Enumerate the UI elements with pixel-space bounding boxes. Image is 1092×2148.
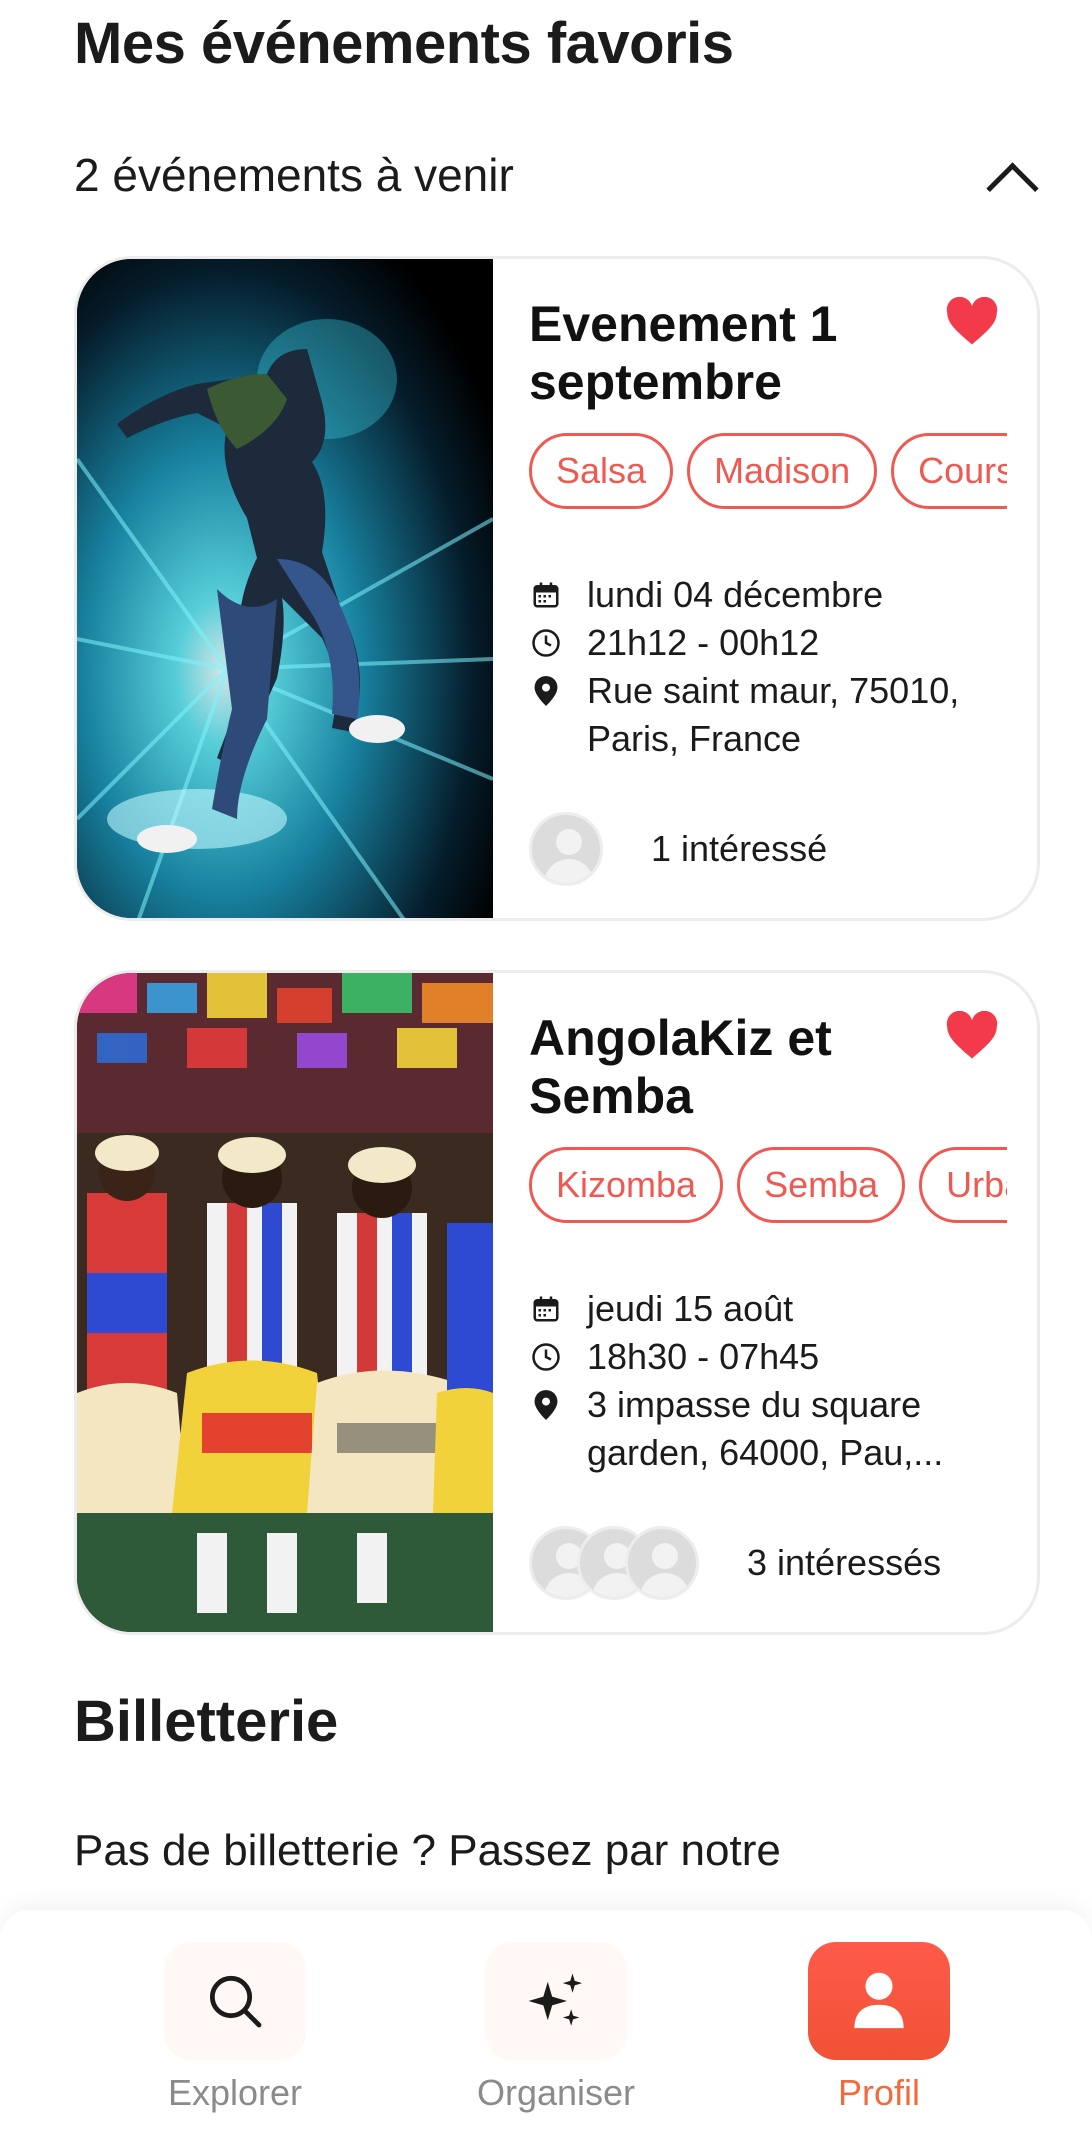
calendar-icon xyxy=(529,571,563,619)
event-card[interactable]: Evenement 1 septembre Salsa Madison Cour… xyxy=(74,256,1040,921)
interested-count: 1 intéressé xyxy=(651,828,828,869)
heart-icon[interactable] xyxy=(945,1011,999,1061)
tag[interactable]: Cours xyxy=(891,433,1007,509)
event-address-row: Rue saint maur, 75010, Paris, France xyxy=(529,667,1001,763)
event-time: 21h12 - 00h12 xyxy=(587,622,820,663)
tag[interactable]: Semba xyxy=(737,1147,906,1223)
event-time-row: 18h30 - 07h45 xyxy=(529,1333,1001,1381)
event-time-row: 21h12 - 00h12 xyxy=(529,619,1001,667)
chevron-up-icon[interactable] xyxy=(980,150,1040,200)
search-icon xyxy=(209,1975,262,2028)
page-title: Mes événements favoris xyxy=(74,11,734,76)
event-address: Rue saint maur, 75010, Paris, France xyxy=(587,670,960,759)
clock-icon xyxy=(529,619,563,667)
nav-label: Explorer xyxy=(167,2072,303,2113)
clock-icon xyxy=(529,1333,563,1381)
billetterie-text: Pas de billetterie ? Passez par notre xyxy=(74,1826,781,1875)
nav-label: Organiser xyxy=(476,2072,636,2113)
nav-item-organiser[interactable]: Organiser xyxy=(461,1942,651,2114)
tag[interactable]: Madison xyxy=(687,433,878,509)
sparkles-icon xyxy=(528,1973,583,2026)
tag-list: Kizomba Semba Urbain xyxy=(529,1147,1007,1223)
event-time: 18h30 - 07h45 xyxy=(587,1336,820,1377)
event-title: Evenement 1 septembre xyxy=(529,296,838,410)
favorites-section-header[interactable]: 2 événements à venir xyxy=(74,140,1040,210)
tag[interactable]: Urbain xyxy=(919,1147,1007,1223)
event-date-row: jeudi 15 août xyxy=(529,1285,1001,1333)
avatar xyxy=(529,812,603,886)
nav-label: Profil xyxy=(837,2072,921,2113)
location-pin-icon xyxy=(529,667,563,715)
event-date: lundi 04 décembre xyxy=(587,574,884,615)
event-date-row: lundi 04 décembre xyxy=(529,571,1001,619)
interested-row[interactable]: 1 intéressé xyxy=(529,812,827,886)
tag[interactable]: Kizomba xyxy=(529,1147,724,1223)
location-pin-icon xyxy=(529,1381,563,1429)
event-address: 3 impasse du square garden, 64000, Pau,.… xyxy=(587,1384,944,1473)
nav-button-profil[interactable] xyxy=(808,1942,950,2060)
upcoming-count: 2 événements à venir xyxy=(74,149,514,201)
event-image xyxy=(77,973,493,1632)
interested-count: 3 intéressés xyxy=(747,1542,942,1583)
billetterie-title: Billetterie xyxy=(74,1689,339,1754)
nav-button-explorer[interactable] xyxy=(164,1942,306,2060)
event-image xyxy=(77,259,493,918)
nav-button-organiser[interactable] xyxy=(485,1942,627,2060)
user-icon xyxy=(854,1972,904,2029)
tag[interactable]: Salsa xyxy=(529,433,674,509)
calendar-icon xyxy=(529,1285,563,1333)
bottom-navigation: Explorer Organiser Profil xyxy=(0,1910,1092,2148)
interested-row[interactable]: 3 intéressés xyxy=(529,1526,941,1600)
nav-item-profil[interactable]: Profil xyxy=(784,1942,974,2114)
tag-list: Salsa Madison Cours xyxy=(529,433,1007,509)
event-address-row: 3 impasse du square garden, 64000, Pau,.… xyxy=(529,1381,1001,1477)
event-title: AngolaKiz et Semba xyxy=(529,1010,832,1124)
event-card[interactable]: AngolaKiz et Semba Kizomba Semba Urbain … xyxy=(74,970,1040,1635)
avatar xyxy=(625,1526,699,1600)
heart-icon[interactable] xyxy=(945,297,999,347)
event-date: jeudi 15 août xyxy=(587,1288,794,1329)
nav-item-explorer[interactable]: Explorer xyxy=(140,1942,330,2114)
